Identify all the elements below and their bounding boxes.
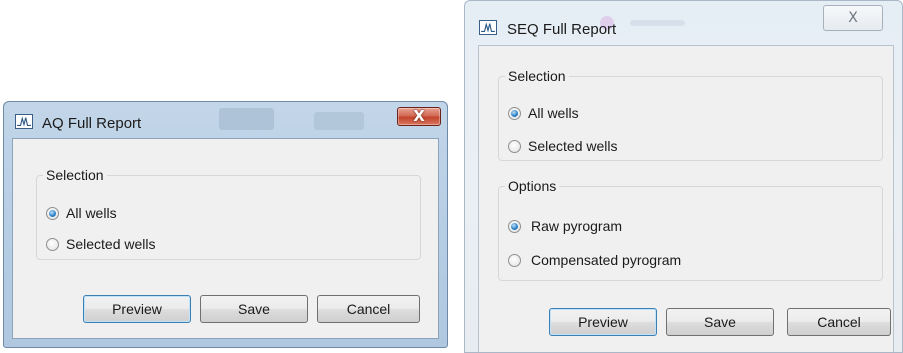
radio-button[interactable] (508, 139, 521, 153)
radio-button[interactable] (46, 237, 59, 251)
cancel-button[interactable]: Cancel (317, 295, 420, 323)
options-group-label: Options (508, 178, 557, 194)
selection-group-label: Selection (46, 167, 104, 183)
radio-label: Compensated pyrogram (531, 252, 682, 268)
radio-button[interactable] (508, 106, 521, 120)
preview-button[interactable]: Preview (549, 308, 657, 336)
radio-label: Selected wells (528, 138, 618, 154)
background-blur (219, 108, 274, 130)
close-icon: X (848, 10, 858, 26)
radio-button[interactable] (508, 219, 521, 233)
seq-dialog-body: Selection All wells Selected wells Optio… (478, 45, 894, 352)
waveform-report-icon (479, 20, 497, 35)
radio-selected-wells[interactable]: Selected wells (46, 236, 156, 252)
radio-raw-pyrogram[interactable]: Raw pyrogram (508, 218, 622, 234)
background-blur (314, 112, 364, 130)
dialog-title: SEQ Full Report (507, 21, 617, 38)
radio-label: Raw pyrogram (531, 218, 623, 234)
close-icon: X (413, 107, 425, 125)
radio-all-wells[interactable]: All wells (46, 205, 117, 221)
aq-title-bar[interactable]: AQ Full Report X (4, 102, 447, 138)
background-blur (630, 20, 685, 26)
save-button[interactable]: Save (200, 295, 308, 323)
seq-title-bar[interactable]: SEQ Full Report X (465, 1, 902, 45)
waveform-report-icon (15, 114, 33, 129)
radio-compensated-pyrogram[interactable]: Compensated pyrogram (508, 252, 681, 268)
save-button[interactable]: Save (666, 308, 774, 336)
aq-dialog-body: Selection All wells Selected wells Previ… (12, 138, 439, 339)
selection-group-label: Selection (508, 68, 566, 84)
radio-button[interactable] (508, 253, 521, 267)
close-button[interactable]: X (397, 107, 441, 126)
radio-label: All wells (528, 105, 579, 121)
radio-all-wells[interactable]: All wells (508, 105, 579, 121)
cancel-button[interactable]: Cancel (787, 308, 891, 336)
radio-label: Selected wells (66, 236, 156, 252)
radio-label: All wells (66, 205, 117, 221)
dialog-title: AQ Full Report (42, 115, 142, 132)
radio-button[interactable] (46, 206, 59, 220)
radio-selected-wells[interactable]: Selected wells (508, 138, 618, 154)
preview-button[interactable]: Preview (83, 295, 191, 323)
seq-full-report-window: SEQ Full Report X Selection All wells Se… (464, 0, 903, 353)
aq-full-report-window: AQ Full Report X Selection All wells Sel… (3, 101, 448, 348)
close-button[interactable]: X (823, 5, 883, 31)
